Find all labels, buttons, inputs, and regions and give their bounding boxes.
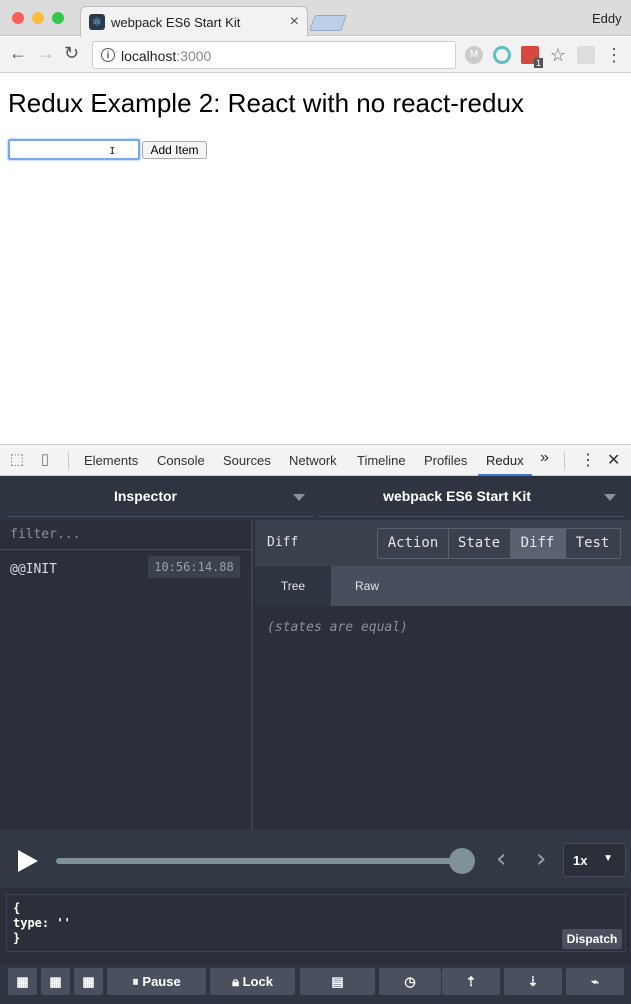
monitor-select-value: Inspector	[113, 488, 177, 504]
subtab-tree[interactable]: Tree	[255, 566, 331, 606]
devtools-button-bar: ▦ ▦ ▦ ⏸ Pause 🔒︎ Lock ▤ ◷ ⇡ ⇣ ⌁	[0, 964, 631, 1004]
extension-m-icon[interactable]: M	[465, 46, 483, 64]
tab-redux[interactable]: Redux	[486, 453, 524, 468]
diff-message: (states are equal)	[267, 620, 408, 635]
tab-profiles[interactable]: Profiles	[424, 453, 467, 468]
bottom-panel-icon[interactable]: ▦	[74, 968, 103, 995]
speed-select[interactable]: 1x ▼	[563, 843, 626, 877]
action-name[interactable]: @@INIT	[10, 562, 57, 577]
extension-gray-icon[interactable]	[577, 46, 595, 64]
tab-sources[interactable]: Sources	[223, 453, 271, 468]
preview-header: Diff Action State Diff Test	[255, 520, 631, 566]
zoom-window-button[interactable]	[52, 12, 64, 24]
instance-select-value: webpack ES6 Start Kit	[383, 488, 531, 504]
code-line: {	[13, 901, 21, 915]
device-toolbar-icon[interactable]: ▯	[36, 451, 54, 469]
devtools-tabbar: ⬚ ▯ Elements Console Sources Network Tim…	[0, 444, 631, 476]
tab-elements[interactable]: Elements	[84, 453, 138, 468]
preview-title: Diff	[267, 535, 299, 550]
dispatch-editor[interactable]: {type: ''}	[13, 901, 71, 946]
pause-button[interactable]: ⏸ Pause	[107, 968, 206, 995]
action-list-pane: filter... @@INIT 10:56:14.88	[0, 520, 253, 830]
timeline-slider-track[interactable]	[56, 858, 462, 864]
redux-devtools-panel: Inspector webpack ES6 Start Kit filter..…	[0, 476, 631, 1004]
close-window-button[interactable]	[12, 12, 24, 24]
extension-badge: 1	[533, 58, 543, 68]
tab-title: webpack ES6 Start Kit	[111, 15, 241, 30]
tab-diff[interactable]: Diff	[510, 529, 566, 558]
divider	[68, 452, 69, 470]
back-arrow-icon[interactable]: ←	[9, 43, 27, 64]
extension-redux-icon[interactable]: 1	[521, 46, 543, 68]
close-devtools-icon[interactable]: ✕	[607, 450, 620, 470]
lock-button[interactable]: 🔒︎ Lock	[210, 968, 295, 995]
devtools-menu-icon[interactable]: ⋮	[580, 450, 596, 470]
address-bar[interactable]: i localhost:3000	[92, 41, 456, 69]
tab-timeline[interactable]: Timeline	[357, 453, 406, 468]
filter-input[interactable]: filter...	[0, 520, 253, 550]
dispatch-button[interactable]: Dispatch	[562, 929, 622, 949]
caret-down-icon: ▼	[603, 853, 613, 864]
toggle-slider-icon[interactable]: ◷	[379, 968, 441, 995]
subtab-raw[interactable]: Raw	[331, 566, 403, 606]
chevron-down-icon	[604, 494, 616, 501]
url-text: localhost:3000	[121, 48, 212, 64]
code-line: type: ''	[13, 916, 71, 930]
inspect-element-icon[interactable]: ⬚	[8, 451, 26, 469]
monitor-select[interactable]: Inspector	[8, 476, 313, 517]
reload-icon[interactable]: ↻	[64, 43, 79, 64]
diff-subtabs: Tree Raw	[255, 566, 631, 606]
extension-ring-icon[interactable]	[493, 46, 511, 64]
pause-label: Pause	[142, 974, 181, 989]
pause-icon: ⏸	[132, 974, 143, 989]
forward-arrow-icon[interactable]: →	[37, 43, 55, 64]
timeline-slider-thumb[interactable]	[449, 848, 475, 874]
speed-value: 1x	[573, 853, 588, 868]
more-tabs-icon[interactable]: »	[540, 449, 549, 467]
item-input[interactable]	[8, 139, 140, 160]
page-title: Redux Example 2: React with no react-red…	[8, 88, 524, 118]
tab-network[interactable]: Network	[289, 453, 337, 468]
tab-console[interactable]: Console	[157, 453, 205, 468]
new-tab-button[interactable]	[309, 15, 347, 31]
divider	[564, 452, 565, 470]
action-preview-pane: Diff Action State Diff Test Tree Raw (st…	[255, 520, 631, 830]
step-forward-icon[interactable]: ›	[536, 844, 546, 874]
left-panel-icon[interactable]: ▦	[8, 968, 37, 995]
browser-toolbar: ← → ↻ i localhost:3000 M 1 ☆ ⋮	[0, 37, 631, 73]
tab-state[interactable]: State	[448, 529, 511, 558]
toggle-dispatcher-icon[interactable]: ▤	[300, 968, 375, 995]
right-panel-icon[interactable]: ▦	[41, 968, 70, 995]
step-back-icon[interactable]: ‹	[496, 844, 506, 874]
play-icon[interactable]	[18, 850, 38, 872]
bookmark-star-icon[interactable]: ☆	[549, 46, 567, 64]
monitor-bar: Inspector webpack ES6 Start Kit	[0, 476, 631, 520]
tab-action[interactable]: Action	[378, 529, 449, 558]
info-icon[interactable]: i	[101, 48, 115, 62]
react-favicon-icon: ⚛	[89, 14, 105, 30]
menu-dots-icon[interactable]: ⋮	[605, 46, 623, 64]
preview-tab-group: Action State Diff Test	[377, 528, 621, 559]
slider-monitor: ‹ › 1x ▼	[0, 830, 631, 888]
tab-test[interactable]: Test	[565, 529, 620, 558]
close-tab-icon[interactable]: ×	[290, 13, 299, 31]
browser-titlebar: ⚛ webpack ES6 Start Kit × Eddy	[0, 0, 631, 37]
export-icon[interactable]: ⇣	[504, 968, 562, 995]
profile-name[interactable]: Eddy	[592, 11, 622, 26]
lock-label: Lock	[242, 974, 273, 989]
remote-icon[interactable]: ⌁	[566, 968, 624, 995]
dispatcher: {type: ''} Dispatch	[6, 894, 626, 952]
code-line: }	[13, 931, 21, 945]
text-cursor-icon: ɪ	[110, 142, 115, 157]
browser-tab[interactable]: ⚛ webpack ES6 Start Kit ×	[80, 6, 308, 37]
chevron-down-icon	[293, 494, 305, 501]
instance-select[interactable]: webpack ES6 Start Kit	[318, 476, 624, 517]
import-icon[interactable]: ⇡	[442, 968, 500, 995]
minimize-window-button[interactable]	[32, 12, 44, 24]
action-timestamp: 10:56:14.88	[148, 556, 240, 578]
lock-icon: 🔒︎	[232, 974, 243, 989]
add-item-button[interactable]: Add Item	[142, 141, 207, 159]
